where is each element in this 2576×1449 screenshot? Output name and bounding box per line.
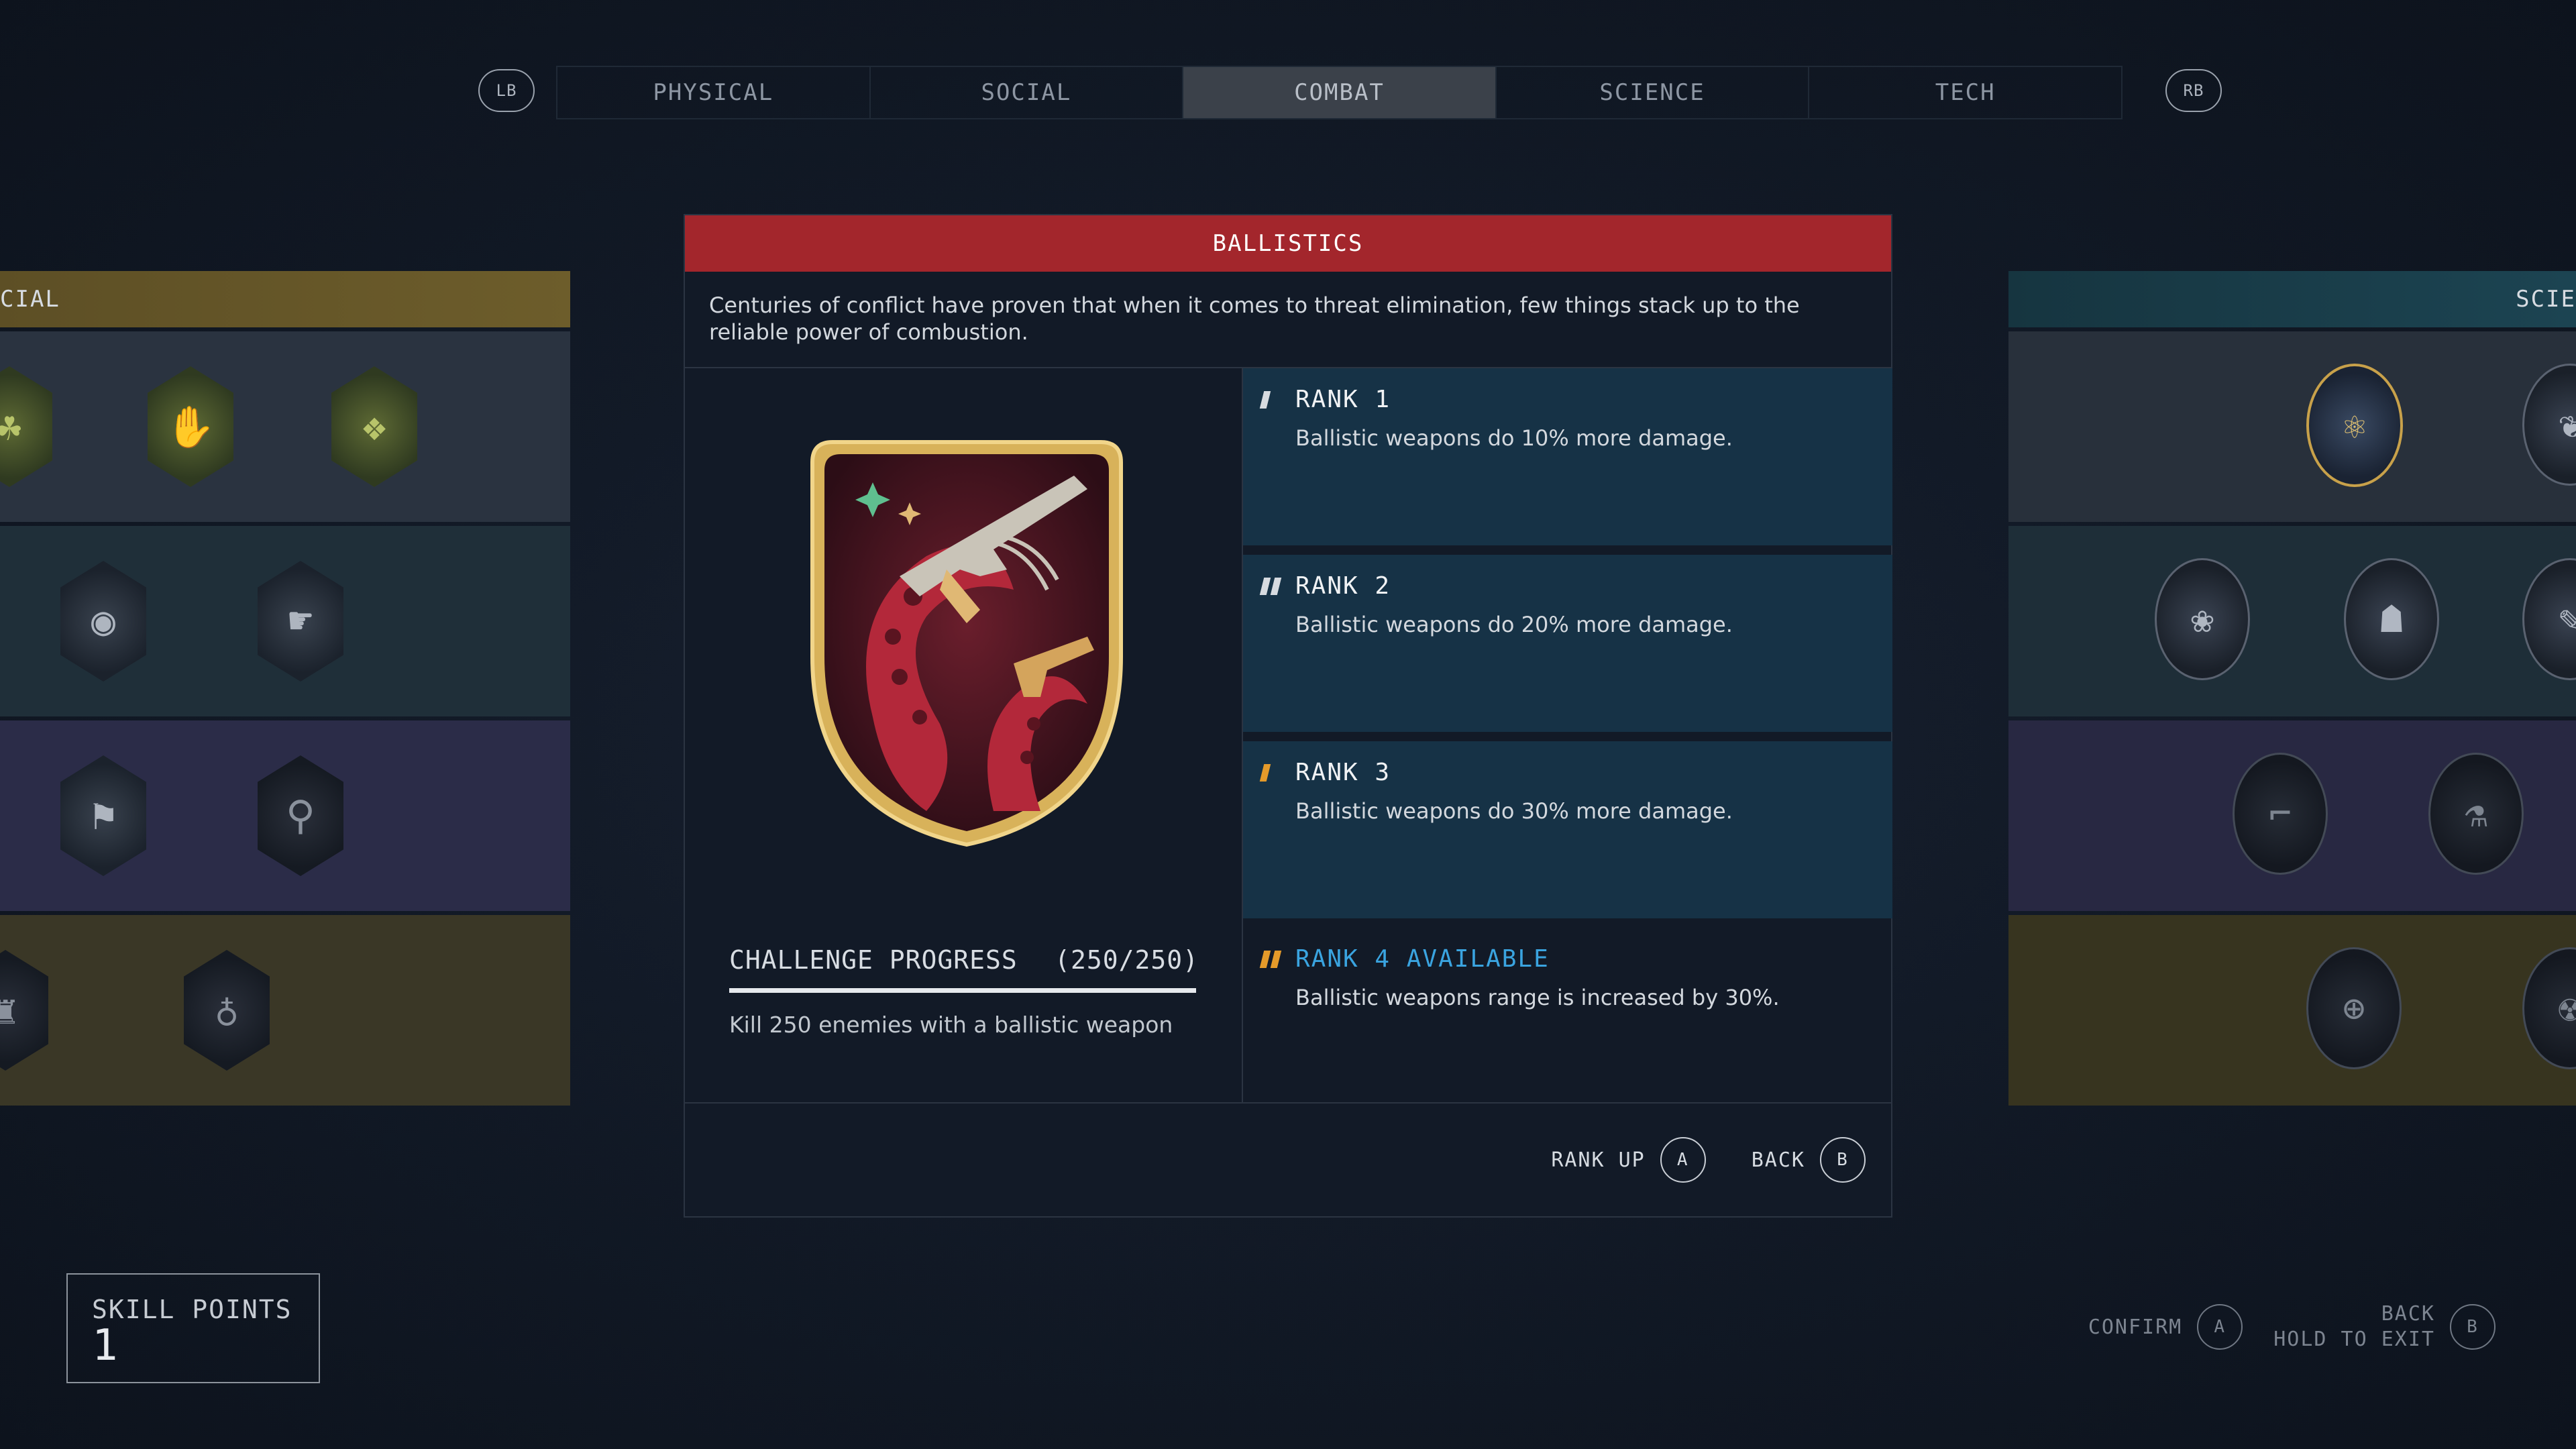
social-panel-header: CIAL: [0, 271, 570, 327]
skill-icon-outpost-management[interactable]: ⚲: [258, 755, 343, 876]
rank-3-marker-icon: [1259, 764, 1271, 782]
science-tier-4: ⊕ ☢: [2008, 915, 2576, 1106]
rb-bumper-button[interactable]: RB: [2165, 69, 2222, 112]
skill-icon-instigation[interactable]: ♜: [0, 950, 48, 1071]
challenge-progress: CHALLENGE PROGRESS (250/250) Kill 250 en…: [729, 945, 1199, 1038]
skill-icon-gastronomy[interactable]: ✋: [148, 366, 233, 487]
rank-3-item[interactable]: RANK 3 Ballistic weapons do 30% more dam…: [1243, 741, 1892, 918]
skill-icon-negotiation[interactable]: ◉: [60, 561, 146, 682]
tab-combat[interactable]: COMBAT: [1183, 67, 1497, 118]
challenge-count: (250/250): [1055, 945, 1199, 975]
rank-3-title: RANK 3: [1295, 759, 1391, 786]
a-button-icon: A: [2197, 1304, 2243, 1350]
modal-footer: RANK UP A BACK B: [685, 1102, 1891, 1216]
challenge-description: Kill 250 enemies with a ballistic weapon: [729, 1012, 1173, 1038]
rank-2-title: RANK 2: [1295, 572, 1391, 600]
tab-science[interactable]: SCIENCE: [1497, 67, 1810, 118]
ballistics-badge-icon: [810, 440, 1123, 847]
hold-to-exit-label: HOLD TO EXIT: [2273, 1328, 2435, 1351]
a-button-icon: A: [1660, 1137, 1706, 1183]
skill-title: BALLISTICS: [685, 215, 1891, 272]
skill-badge-column: CHALLENGE PROGRESS (250/250) Kill 250 en…: [685, 368, 1243, 1104]
rank-2-marker-icon: [1259, 578, 1282, 595]
back-hint-label: BACK: [2381, 1302, 2435, 1326]
tab-social[interactable]: SOCIAL: [871, 67, 1184, 118]
back-button[interactable]: BACK B: [1752, 1137, 1866, 1183]
science-tier-1: ⚛ ❦: [2008, 331, 2576, 522]
skill-detail-modal: BALLISTICS Centuries of conflict have pr…: [684, 214, 1892, 1218]
tab-tech[interactable]: TECH: [1809, 67, 2121, 118]
social-tier-3: ⚑ ⚲: [0, 720, 570, 911]
skill-category-tabs: PHYSICAL SOCIAL COMBAT SCIENCE TECH: [556, 66, 2123, 119]
social-tier-1: ☘ ✋ ❖: [0, 331, 570, 522]
social-tier-4: ♜ ♁: [0, 915, 570, 1106]
skill-icon-manipulation[interactable]: ♁: [184, 950, 270, 1071]
skill-icon-zoology[interactable]: ☗: [2344, 558, 2439, 680]
science-panel-header: SCIE: [2008, 271, 2576, 327]
science-skill-panel: SCIE ⚛ ❦ ❀ ☗ ✎ ⌐ ⚗ ⊕ ☢: [2008, 271, 2576, 1106]
science-tier-3: ⌐ ⚗: [2008, 720, 2576, 911]
rank-1-title: RANK 1: [1295, 386, 1391, 413]
rank-list: RANK 1 Ballistic weapons do 10% more dam…: [1243, 368, 1892, 1104]
skill-points-label: SKILL POINTS: [92, 1295, 292, 1324]
back-exit-hint[interactable]: BACK HOLD TO EXIT B: [2273, 1301, 2496, 1352]
rank-up-button[interactable]: RANK UP A: [1551, 1137, 1706, 1183]
lb-bumper-button[interactable]: LB: [478, 69, 535, 112]
skill-icon-botany[interactable]: ❦: [2522, 364, 2576, 486]
rank-1-item[interactable]: RANK 1 Ballistic weapons do 10% more dam…: [1243, 368, 1892, 545]
skill-points-value: 1: [92, 1321, 118, 1371]
social-skill-panel: CIAL ☘ ✋ ❖ ◉ ☛ ⚑ ⚲ ♜ ♁: [0, 271, 570, 1106]
b-button-icon: B: [2450, 1304, 2496, 1350]
rank-2-description: Ballistic weapons do 20% more damage.: [1295, 612, 1733, 637]
confirm-hint[interactable]: CONFIRM A: [2088, 1304, 2243, 1350]
rank-4-description: Ballistic weapons range is increased by …: [1295, 985, 1780, 1010]
tab-physical[interactable]: PHYSICAL: [557, 67, 871, 118]
back-label: BACK: [1751, 1148, 1805, 1172]
rank-up-label: RANK UP: [1551, 1148, 1646, 1172]
social-tier-2: ◉ ☛: [0, 526, 570, 716]
science-tier-2: ❀ ☗ ✎: [2008, 526, 2576, 716]
rank-4-title: RANK 4 AVAILABLE: [1295, 945, 1550, 973]
skill-icon-scanning[interactable]: ⌐: [2233, 753, 2328, 875]
skill-icon-chemistry[interactable]: ⚗: [2428, 753, 2524, 875]
challenge-label: CHALLENGE PROGRESS: [729, 945, 1018, 975]
rank-1-marker-icon: [1259, 391, 1271, 409]
skill-icon-geology[interactable]: ❀: [2155, 558, 2250, 680]
skill-icon-astrodynamics[interactable]: ⚛: [2306, 364, 2403, 487]
skill-icon-theft[interactable]: ☛: [258, 561, 343, 682]
skill-body: CHALLENGE PROGRESS (250/250) Kill 250 en…: [685, 368, 1892, 1104]
rank-1-description: Ballistic weapons do 10% more damage.: [1295, 425, 1733, 451]
challenge-progress-bar: [729, 988, 1196, 993]
skill-description: Centuries of conflict have proven that w…: [685, 272, 1891, 368]
rank-4-marker-icon: [1259, 951, 1282, 968]
skill-icon-leadership[interactable]: ⚑: [60, 755, 146, 876]
rank-3-description: Ballistic weapons do 30% more damage.: [1295, 798, 1733, 824]
b-button-icon: B: [1820, 1137, 1866, 1183]
skill-icon-research[interactable]: ✎: [2522, 558, 2576, 680]
skill-points-box: SKILL POINTS 1: [66, 1273, 320, 1383]
skill-icon-planetary-habitation[interactable]: ⊕: [2306, 947, 2402, 1069]
control-hints: CONFIRM A BACK HOLD TO EXIT B: [2088, 1301, 2496, 1352]
skill-icon-special-projects[interactable]: ☢: [2522, 947, 2576, 1069]
confirm-label: CONFIRM: [2088, 1315, 2183, 1339]
rank-4-item[interactable]: RANK 4 AVAILABLE Ballistic weapons range…: [1243, 928, 1892, 1105]
rank-2-item[interactable]: RANK 2 Ballistic weapons do 20% more dam…: [1243, 555, 1892, 732]
skill-icon-persuasion[interactable]: ❖: [331, 366, 417, 487]
skill-icon-commerce[interactable]: ☘: [0, 366, 52, 487]
